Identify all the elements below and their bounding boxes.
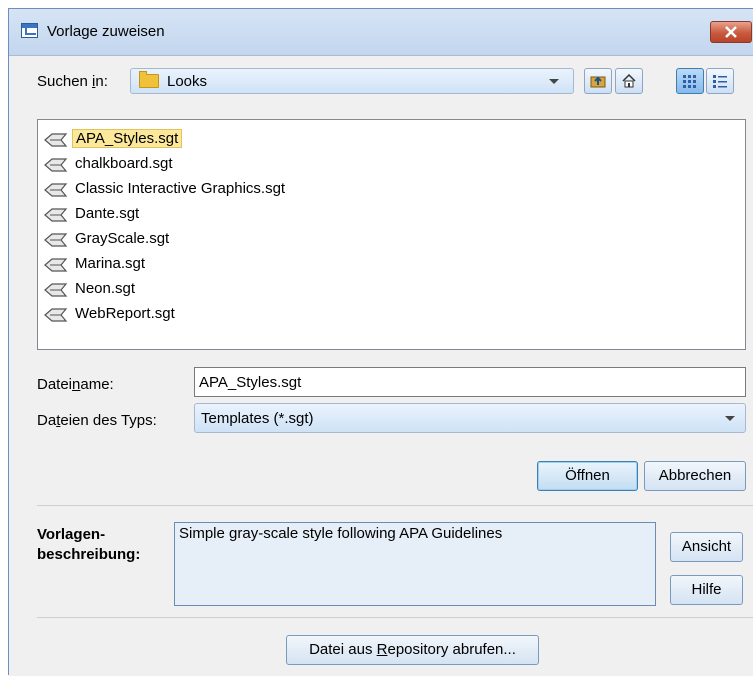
file-name: Marina.sgt	[75, 255, 146, 272]
dialog-body: Suchen in: Looks APA_Styles.sgt chalkboa…	[9, 55, 753, 676]
file-name: Neon.sgt	[75, 280, 136, 297]
details-view-icon	[713, 75, 727, 88]
up-one-level-button[interactable]	[584, 68, 612, 94]
template-file-icon	[44, 308, 68, 322]
look-in-dropdown[interactable]: Looks	[130, 68, 574, 94]
filetype-dropdown[interactable]: Templates (*.sgt)	[194, 403, 746, 433]
template-file-icon	[44, 258, 68, 272]
title-bar[interactable]: Vorlage zuweisen	[9, 9, 753, 55]
filename-value: APA_Styles.sgt	[199, 374, 302, 391]
look-in-value: Looks	[167, 73, 208, 90]
chevron-down-icon	[549, 79, 559, 84]
app-icon	[21, 23, 38, 38]
window-title: Vorlage zuweisen	[47, 23, 165, 40]
filename-input[interactable]: APA_Styles.sgt	[194, 367, 746, 397]
file-name: chalkboard.sgt	[75, 155, 173, 172]
close-button[interactable]	[710, 21, 752, 43]
description-label-line1: Vorlagen-	[37, 526, 106, 543]
template-file-icon	[44, 158, 68, 172]
dialog-window: Vorlage zuweisen Suchen in: Looks APA_St…	[8, 8, 753, 676]
list-view-button[interactable]	[676, 68, 704, 94]
file-name: GrayScale.sgt	[75, 230, 170, 247]
open-button[interactable]: Öffnen	[537, 461, 638, 491]
details-view-button[interactable]	[706, 68, 734, 94]
home-button[interactable]	[615, 68, 643, 94]
look-in-label: Suchen in:	[37, 73, 108, 90]
template-file-icon	[44, 233, 68, 247]
view-button[interactable]: Ansicht	[670, 532, 743, 562]
description-label-line2: beschreibung:	[37, 546, 141, 563]
file-name: Dante.sgt	[75, 205, 140, 222]
file-name: APA_Styles.sgt	[72, 129, 183, 148]
template-file-icon	[44, 283, 68, 297]
list-view-icon	[683, 75, 696, 88]
file-name: WebReport.sgt	[75, 305, 175, 322]
chevron-down-icon	[725, 416, 735, 421]
description-box: Simple gray-scale style following APA Gu…	[174, 522, 656, 606]
folder-up-icon	[590, 76, 606, 88]
file-name: Classic Interactive Graphics.sgt	[75, 180, 286, 197]
separator	[37, 505, 753, 506]
description-text: Simple gray-scale style following APA Gu…	[179, 525, 503, 542]
close-icon	[725, 26, 737, 38]
template-file-icon	[44, 133, 68, 147]
filetype-label: Dateien des Typs:	[37, 412, 157, 429]
help-button[interactable]: Hilfe	[670, 575, 743, 605]
separator	[37, 617, 753, 618]
get-from-repository-button[interactable]: Datei aus Repository abrufen...	[286, 635, 539, 665]
home-icon	[622, 73, 636, 88]
template-file-icon	[44, 208, 68, 222]
file-list[interactable]: APA_Styles.sgt chalkboard.sgt Classic In…	[37, 119, 746, 350]
cancel-button[interactable]: Abbrechen	[644, 461, 746, 491]
filetype-value: Templates (*.sgt)	[201, 410, 314, 427]
folder-icon	[139, 71, 159, 88]
filename-label: Dateiname:	[37, 376, 114, 393]
template-file-icon	[44, 183, 68, 197]
